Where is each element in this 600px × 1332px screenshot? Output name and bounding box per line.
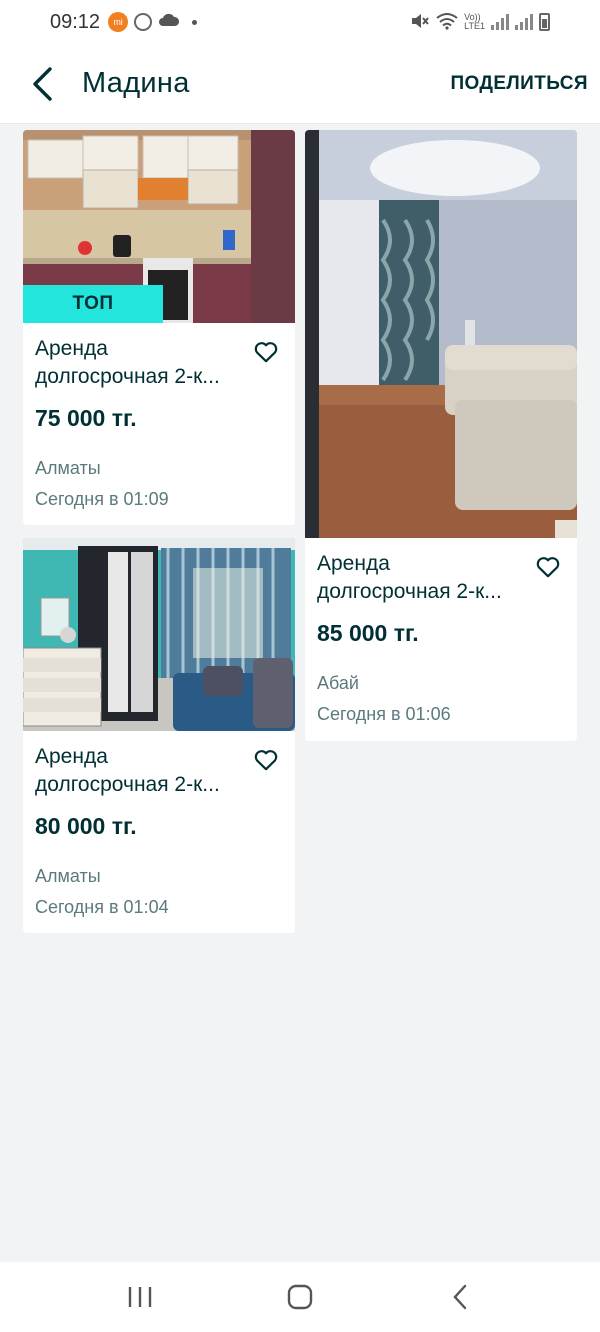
app-bar: Мадина ПОДЕЛИТЬСЯ: [0, 44, 600, 124]
page-title: Мадина: [82, 67, 190, 99]
listing-date: Сегодня в 01:06: [317, 704, 451, 724]
listing-info: Аренда долгосрочная 2-к... 80 000 тг. Ал…: [23, 731, 295, 918]
sync-icon: [134, 13, 153, 31]
listing-date: Сегодня в 01:04: [35, 897, 169, 917]
signal-icon: [491, 14, 509, 30]
living-room-photo: [305, 130, 577, 538]
status-bar: 09:12 mi Vo)) LTE1: [0, 0, 600, 44]
recent-apps-icon: [128, 1287, 152, 1307]
home-button[interactable]: [270, 1272, 330, 1322]
listing-price: 85 000 тг.: [317, 620, 419, 646]
listing-location: Абай: [317, 673, 359, 693]
status-system-icons: Vo)) LTE1: [410, 12, 550, 33]
status-notifications: mi: [108, 12, 198, 32]
home-icon: [287, 1284, 313, 1310]
listing-date: Сегодня в 01:09: [35, 489, 169, 509]
status-time: 09:12: [50, 10, 101, 33]
mute-icon: [410, 12, 430, 33]
favorite-heart-icon[interactable]: [253, 339, 279, 365]
listing-info: Аренда долгосрочная 2-к... 75 000 тг. Ал…: [23, 323, 295, 510]
lte-label: LTE1: [464, 21, 485, 31]
lte-indicator: Vo)) LTE1: [464, 13, 485, 31]
signal-icon: [515, 14, 533, 30]
listing-card[interactable]: Аренда долгосрочная 2-к... 85 000 тг. Аб…: [305, 130, 577, 741]
cloud-icon: [158, 13, 180, 32]
kitchen-photo: ТОП: [23, 130, 295, 323]
listing-location: Алматы: [35, 458, 101, 478]
listing-info: Аренда долгосрочная 2-к... 85 000 тг. Аб…: [305, 538, 577, 725]
dot-icon: [192, 19, 198, 25]
top-badge: ТОП: [23, 285, 163, 323]
listing-card[interactable]: Аренда долгосрочная 2-к... 80 000 тг. Ал…: [23, 538, 295, 933]
recent-apps-button[interactable]: [110, 1272, 170, 1322]
listing-title: Аренда долгосрочная 2-к...: [35, 745, 220, 796]
back-icon: [453, 1284, 467, 1310]
favorite-heart-icon[interactable]: [253, 747, 279, 773]
favorite-heart-icon[interactable]: [535, 554, 561, 580]
system-nav-bar: [0, 1262, 600, 1332]
back-arrow-icon: [33, 66, 52, 101]
battery-icon: [539, 13, 550, 31]
bedroom-photo: [23, 538, 295, 731]
listing-price: 75 000 тг.: [35, 405, 137, 431]
share-button[interactable]: ПОДЕЛИТЬСЯ: [450, 73, 588, 95]
listing-price: 80 000 тг.: [35, 813, 137, 839]
system-back-button[interactable]: [430, 1272, 490, 1322]
listing-title: Аренда долгосрочная 2-к...: [35, 337, 220, 388]
listing-title: Аренда долгосрочная 2-к...: [317, 552, 502, 603]
back-button[interactable]: [12, 54, 72, 114]
listing-location: Алматы: [35, 866, 101, 886]
listing-card[interactable]: ТОП Аренда долгосрочная 2-к... 75 000 тг…: [23, 130, 295, 525]
app-notification-icon: mi: [108, 12, 129, 32]
wifi-icon: [436, 12, 458, 33]
